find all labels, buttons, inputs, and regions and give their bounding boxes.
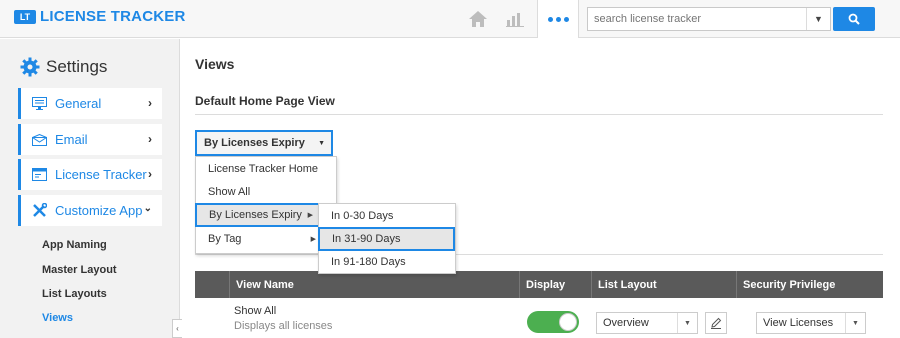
settings-sidebar: Settings General › Email › License Track… (0, 39, 180, 338)
views-table-header: View Name Display List Layout Security P… (195, 271, 883, 298)
home-icon[interactable] (460, 6, 496, 32)
sidebar-item-license-tracker[interactable]: License Tracker › (18, 159, 162, 190)
top-bar: LT LICENSE TRACKER ▼ (0, 0, 900, 38)
display-toggle[interactable] (527, 311, 579, 333)
section-title: Default Home Page View (195, 94, 335, 108)
column-header-list-layout: List Layout (591, 271, 736, 298)
edit-layout-button[interactable] (705, 312, 727, 334)
list-layout-select[interactable]: Overview ▼ (596, 312, 698, 334)
caret-right-icon: ▶ (310, 236, 316, 243)
view-description: Displays all licenses (234, 320, 333, 332)
monitor-icon (31, 97, 47, 111)
sidebar-item-customize-app[interactable]: Customize App ⌄ (18, 195, 162, 226)
envelope-icon (31, 133, 47, 147)
bar-chart-icon[interactable] (497, 6, 533, 32)
pencil-icon (711, 317, 722, 329)
app-logo: LT (14, 9, 36, 24)
search-button[interactable] (833, 7, 875, 31)
caret-down-icon: ▼ (845, 313, 865, 333)
sidebar-item-label: License Tracker (55, 167, 147, 182)
caret-down-icon: ▼ (677, 313, 697, 333)
more-dots-icon[interactable] (537, 0, 579, 38)
menu-item-label: License Tracker Home (208, 163, 319, 175)
default-view-menu: License Tracker Home Show All By License… (195, 156, 337, 254)
sidebar-subitem-list-layouts[interactable]: List Layouts (42, 288, 107, 300)
chevron-right-icon: › (148, 132, 152, 146)
sidebar-item-email[interactable]: Email › (18, 124, 162, 155)
divider (195, 254, 883, 255)
sidebar-collapse-toggle[interactable]: ‹ (172, 319, 182, 338)
app-title: LICENSE TRACKER (40, 8, 186, 25)
search-input[interactable] (588, 8, 804, 30)
menu-item-show-all[interactable]: Show All (196, 180, 336, 204)
list-layout-value: Overview (603, 317, 649, 329)
chevron-right-icon: › (148, 167, 152, 181)
chevron-right-icon: › (148, 96, 152, 110)
submenu-item-31-90-days[interactable]: In 31-90 Days (318, 227, 455, 251)
menu-item-label: By Tag (208, 233, 242, 245)
security-privilege-value: View Licenses (763, 317, 834, 329)
submenu-item-91-180-days[interactable]: In 91-180 Days (319, 250, 455, 274)
menu-item-label: In 0-30 Days (331, 210, 394, 222)
menu-item-label: Show All (208, 186, 251, 198)
table-header-spacer (195, 271, 229, 298)
column-header-view-name: View Name (229, 271, 519, 298)
menu-item-label: In 91-180 Days (331, 256, 406, 268)
window-icon (31, 168, 47, 182)
expiry-submenu: In 0-30 Days In 31-90 Days In 91-180 Day… (318, 203, 456, 274)
default-view-dropdown[interactable]: By Licenses Expiry ▼ (195, 130, 333, 156)
sidebar-item-general[interactable]: General › (18, 88, 162, 119)
menu-item-license-tracker-home[interactable]: License Tracker Home (196, 157, 336, 181)
security-privilege-select[interactable]: View Licenses ▼ (756, 312, 866, 334)
column-header-display: Display (519, 271, 591, 298)
menu-item-by-licenses-expiry[interactable]: By Licenses Expiry ▶ (195, 203, 320, 227)
search-box: ▼ (587, 7, 831, 31)
page-title: Views (195, 56, 235, 72)
sidebar-subitem-master-layout[interactable]: Master Layout (42, 264, 117, 276)
menu-item-label: By Licenses Expiry (209, 209, 302, 221)
sidebar-item-label: Email (55, 132, 88, 147)
column-header-security-privilege: Security Privilege (736, 271, 883, 298)
menu-item-by-tag[interactable]: By Tag ▶ (196, 227, 321, 251)
menu-item-label: In 31-90 Days (332, 233, 401, 245)
chevron-down-icon: ⌄ (143, 203, 152, 214)
sidebar-subitem-views[interactable]: Views (42, 312, 73, 324)
tools-icon (31, 203, 47, 218)
caret-right-icon: ▶ (307, 212, 313, 219)
caret-down-icon: ▼ (318, 140, 325, 147)
divider (195, 114, 883, 115)
search-icon (848, 13, 860, 25)
search-scope-dropdown[interactable]: ▼ (806, 8, 830, 30)
sidebar-subitem-app-naming[interactable]: App Naming (42, 239, 107, 251)
settings-header: Settings (20, 57, 107, 77)
view-name: Show All (234, 305, 277, 317)
sidebar-item-label: General (55, 96, 102, 111)
submenu-item-0-30-days[interactable]: In 0-30 Days (319, 204, 455, 228)
dropdown-selected-label: By Licenses Expiry (204, 137, 305, 149)
gear-icon (20, 57, 40, 77)
sidebar-item-label: Customize App (55, 203, 143, 218)
sidebar-title: Settings (46, 57, 108, 76)
brand[interactable]: LT LICENSE TRACKER (14, 8, 186, 25)
